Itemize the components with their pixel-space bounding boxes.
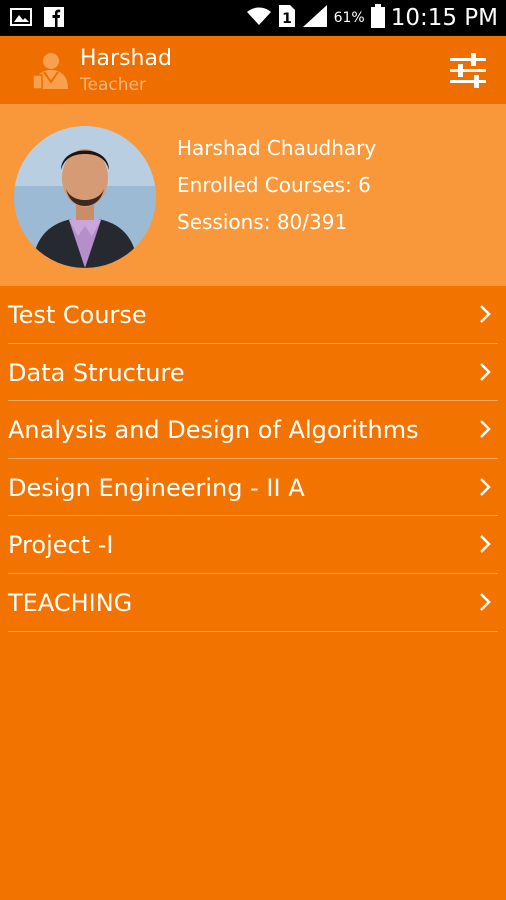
course-label: Data Structure — [8, 358, 185, 387]
chevron-right-icon — [478, 418, 492, 440]
chevron-right-icon — [478, 361, 492, 383]
app-subtitle: Teacher — [80, 75, 146, 95]
svg-text:1: 1 — [282, 11, 292, 27]
clock: 10:15 PM — [390, 5, 498, 31]
course-item-teaching[interactable]: TEACHING — [0, 574, 506, 632]
image-icon — [10, 7, 32, 31]
course-label: Test Course — [8, 301, 147, 329]
teacher-avatar-icon[interactable] — [30, 49, 72, 91]
course-label: TEACHING — [8, 588, 133, 617]
sessions-count: Sessions: 80/391 — [177, 210, 348, 234]
wifi-icon — [246, 5, 272, 31]
course-item-test-course[interactable]: Test Course — [0, 286, 506, 344]
signal-icon — [302, 4, 328, 32]
sim-icon: 1 — [278, 4, 296, 32]
course-label: Design Engineering - II A — [8, 473, 305, 502]
course-item-algorithms[interactable]: Analysis and Design of Algorithms — [0, 401, 506, 459]
battery-percent: 61% — [333, 10, 365, 26]
course-label: Analysis and Design of Algorithms — [8, 416, 419, 445]
chevron-right-icon — [478, 591, 492, 613]
avatar — [14, 126, 156, 268]
course-item-design-engineering[interactable]: Design Engineering - II A — [0, 459, 506, 517]
chevron-right-icon — [478, 533, 492, 555]
battery-icon — [370, 4, 385, 32]
enrolled-courses: Enrolled Courses: 6 — [177, 173, 371, 197]
chevron-right-icon — [478, 303, 492, 325]
course-item-project[interactable]: Project -I — [0, 516, 506, 574]
profile-name: Harshad Chaudhary — [177, 136, 377, 160]
profile-panel: Harshad Chaudhary Enrolled Courses: 6 Se… — [0, 104, 506, 286]
settings-sliders-icon[interactable] — [448, 50, 488, 90]
status-bar: 1 61% 10:15 PM — [0, 0, 506, 36]
course-list: Test Course Data Structure Analysis and … — [0, 286, 506, 632]
chevron-right-icon — [478, 476, 492, 498]
app-bar: Harshad Teacher — [0, 36, 506, 104]
course-item-data-structure[interactable]: Data Structure — [0, 344, 506, 402]
divider — [8, 630, 498, 632]
facebook-icon — [44, 7, 64, 31]
course-label: Project -I — [8, 531, 114, 560]
app-title: Harshad — [80, 46, 172, 71]
